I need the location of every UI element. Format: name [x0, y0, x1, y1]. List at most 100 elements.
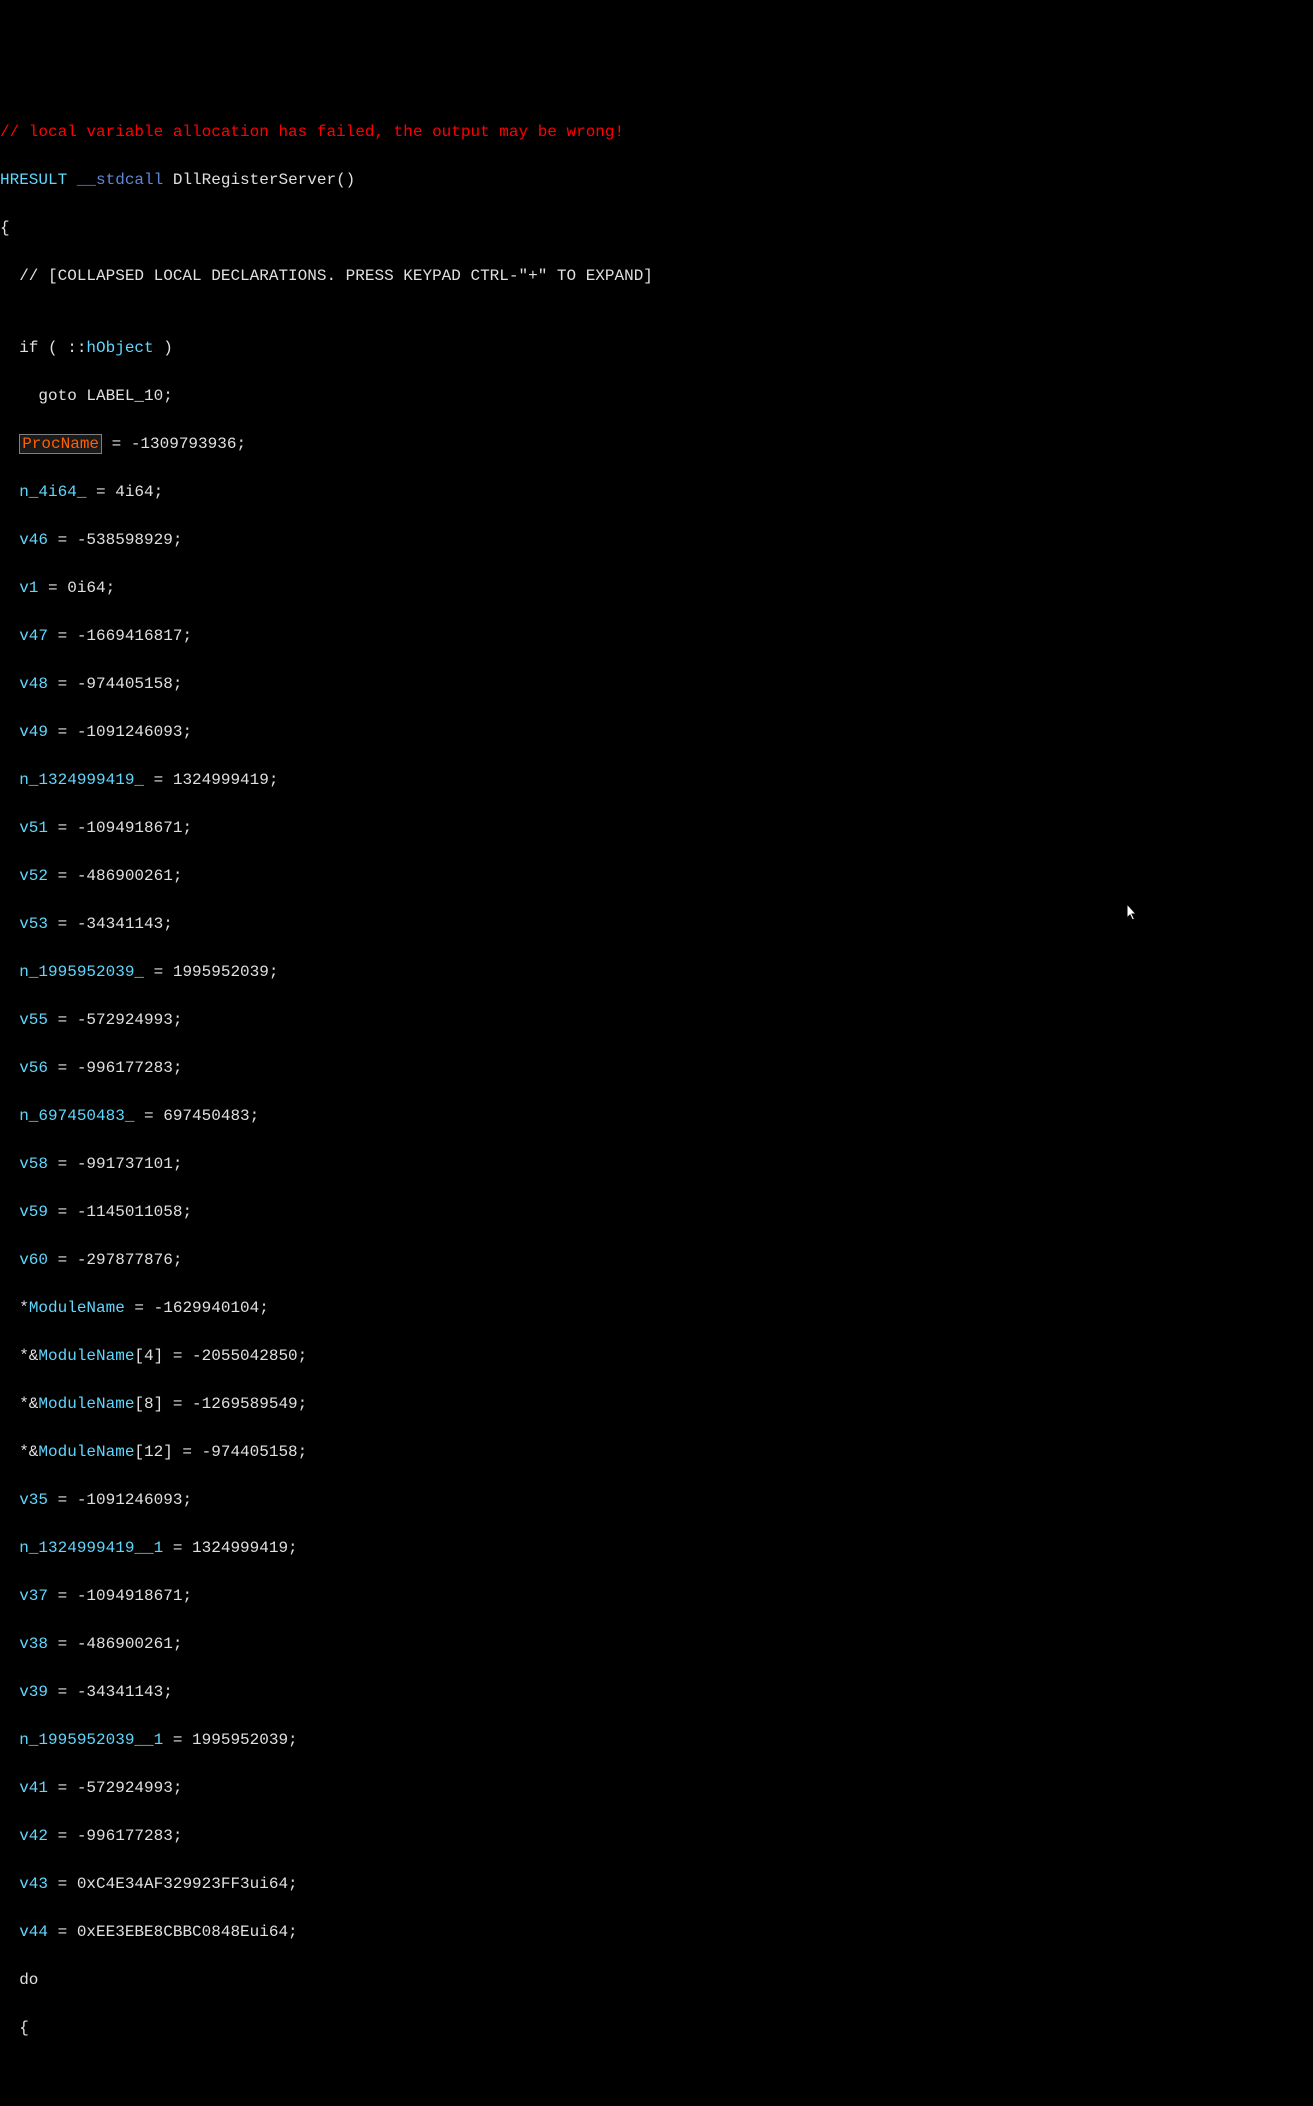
comment-warning: // local variable allocation has failed,… [0, 123, 624, 141]
identifier: n_4i64_ [19, 483, 86, 501]
indent [0, 867, 19, 885]
indent [0, 1635, 19, 1653]
code-line[interactable]: // local variable allocation has failed,… [0, 120, 1313, 144]
code-line[interactable]: v53 = -34341143; [0, 912, 1313, 936]
highlighted-identifier[interactable]: ProcName [19, 434, 102, 454]
assignment: = -991737101; [48, 1155, 182, 1173]
code-line[interactable]: n_697450483_ = 697450483; [0, 1104, 1313, 1128]
code-line[interactable]: n_1324999419_ = 1324999419; [0, 768, 1313, 792]
code-line[interactable]: v41 = -572924993; [0, 1776, 1313, 1800]
code-line[interactable]: v46 = -538598929; [0, 528, 1313, 552]
assignment: = -34341143; [48, 915, 173, 933]
indent [0, 1683, 19, 1701]
code-line[interactable]: v42 = -996177283; [0, 1824, 1313, 1848]
assignment: = -1309793936; [102, 435, 246, 453]
assignment: = -974405158; [48, 675, 182, 693]
indent [0, 771, 19, 789]
collapsed-comment: // [COLLAPSED LOCAL DECLARATIONS. PRESS … [0, 267, 653, 285]
code-line[interactable]: v39 = -34341143; [0, 1680, 1313, 1704]
code-line[interactable]: v55 = -572924993; [0, 1008, 1313, 1032]
assignment: = -1091246093; [48, 723, 192, 741]
code-line[interactable]: v59 = -1145011058; [0, 1200, 1313, 1224]
code-line[interactable]: v44 = 0xEE3EBE8CBBC0848Eui64; [0, 1920, 1313, 1944]
code-line[interactable]: v35 = -1091246093; [0, 1488, 1313, 1512]
decompiler-code-view[interactable]: // local variable allocation has failed,… [0, 96, 1313, 2064]
assignment: = 1324999419; [163, 1539, 297, 1557]
code-line[interactable]: n_4i64_ = 4i64; [0, 480, 1313, 504]
code-line[interactable]: v58 = -991737101; [0, 1152, 1313, 1176]
code-line[interactable]: v47 = -1669416817; [0, 624, 1313, 648]
identifier: v53 [19, 915, 48, 933]
assignment: = -486900261; [48, 1635, 182, 1653]
code-line[interactable]: v52 = -486900261; [0, 864, 1313, 888]
code-line[interactable]: goto LABEL_10; [0, 384, 1313, 408]
brace-open: { [0, 2019, 29, 2037]
code-line[interactable]: v37 = -1094918671; [0, 1584, 1313, 1608]
code-line[interactable]: *ModuleName = -1629940104; [0, 1296, 1313, 1320]
code-line[interactable]: *&ModuleName[4] = -2055042850; [0, 1344, 1313, 1368]
assignment: = -34341143; [48, 1683, 173, 1701]
deref: *& [0, 1395, 38, 1413]
indent [0, 1587, 19, 1605]
assignment: = 1995952039; [163, 1731, 297, 1749]
code-line[interactable]: v48 = -974405158; [0, 672, 1313, 696]
assignment: = -996177283; [48, 1059, 182, 1077]
code-line[interactable]: v51 = -1094918671; [0, 816, 1313, 840]
assignment: = -1091246093; [48, 1491, 192, 1509]
indent [0, 1875, 19, 1893]
code-line[interactable]: v1 = 0i64; [0, 576, 1313, 600]
code-line[interactable]: n_1324999419__1 = 1324999419; [0, 1536, 1313, 1560]
assignment: [12] = -974405158; [134, 1443, 307, 1461]
identifier: v38 [19, 1635, 48, 1653]
code-line[interactable]: { [0, 216, 1313, 240]
function-name: DllRegisterServer [173, 171, 336, 189]
identifier: v52 [19, 867, 48, 885]
do-keyword: do [0, 1971, 38, 1989]
identifier: n_1324999419__1 [19, 1539, 163, 1557]
assignment: = 0i64; [38, 579, 115, 597]
assignment: = -572924993; [48, 1011, 182, 1029]
code-line[interactable]: if ( ::hObject ) [0, 336, 1313, 360]
indent [0, 1107, 19, 1125]
indent [0, 531, 19, 549]
identifier: v58 [19, 1155, 48, 1173]
indent [0, 1539, 19, 1557]
code-line[interactable]: { [0, 2016, 1313, 2040]
code-line[interactable]: n_1995952039__1 = 1995952039; [0, 1728, 1313, 1752]
code-line[interactable]: v38 = -486900261; [0, 1632, 1313, 1656]
code-line[interactable]: v56 = -996177283; [0, 1056, 1313, 1080]
identifier: v55 [19, 1011, 48, 1029]
code-line[interactable]: HRESULT __stdcall DllRegisterServer() [0, 168, 1313, 192]
code-line[interactable]: *&ModuleName[8] = -1269589549; [0, 1392, 1313, 1416]
identifier: n_1324999419_ [19, 771, 144, 789]
code-line[interactable]: ProcName = -1309793936; [0, 432, 1313, 456]
assignment: = -1669416817; [48, 627, 192, 645]
identifier: ModuleName [38, 1395, 134, 1413]
assignment: [8] = -1269589549; [134, 1395, 307, 1413]
code-line[interactable]: v49 = -1091246093; [0, 720, 1313, 744]
indent [0, 1203, 19, 1221]
code-line[interactable]: v60 = -297877876; [0, 1248, 1313, 1272]
indent [0, 915, 19, 933]
indent [0, 627, 19, 645]
code-line[interactable]: v43 = 0xC4E34AF329923FF3ui64; [0, 1872, 1313, 1896]
identifier: v59 [19, 1203, 48, 1221]
identifier: ModuleName [38, 1443, 134, 1461]
deref: *& [0, 1347, 38, 1365]
indent [0, 675, 19, 693]
identifier: n_1995952039_ [19, 963, 144, 981]
code-line[interactable]: do [0, 1968, 1313, 1992]
identifier: v41 [19, 1779, 48, 1797]
identifier: ModuleName [29, 1299, 125, 1317]
assignment: = -1094918671; [48, 819, 192, 837]
code-line[interactable]: // [COLLAPSED LOCAL DECLARATIONS. PRESS … [0, 264, 1313, 288]
identifier: n_697450483_ [19, 1107, 134, 1125]
indent [0, 1923, 19, 1941]
identifier: v35 [19, 1491, 48, 1509]
code-line[interactable]: n_1995952039_ = 1995952039; [0, 960, 1313, 984]
assignment: = -1145011058; [48, 1203, 192, 1221]
indent [0, 1827, 19, 1845]
code-line[interactable]: *&ModuleName[12] = -974405158; [0, 1440, 1313, 1464]
identifier: v39 [19, 1683, 48, 1701]
identifier: ModuleName [38, 1347, 134, 1365]
